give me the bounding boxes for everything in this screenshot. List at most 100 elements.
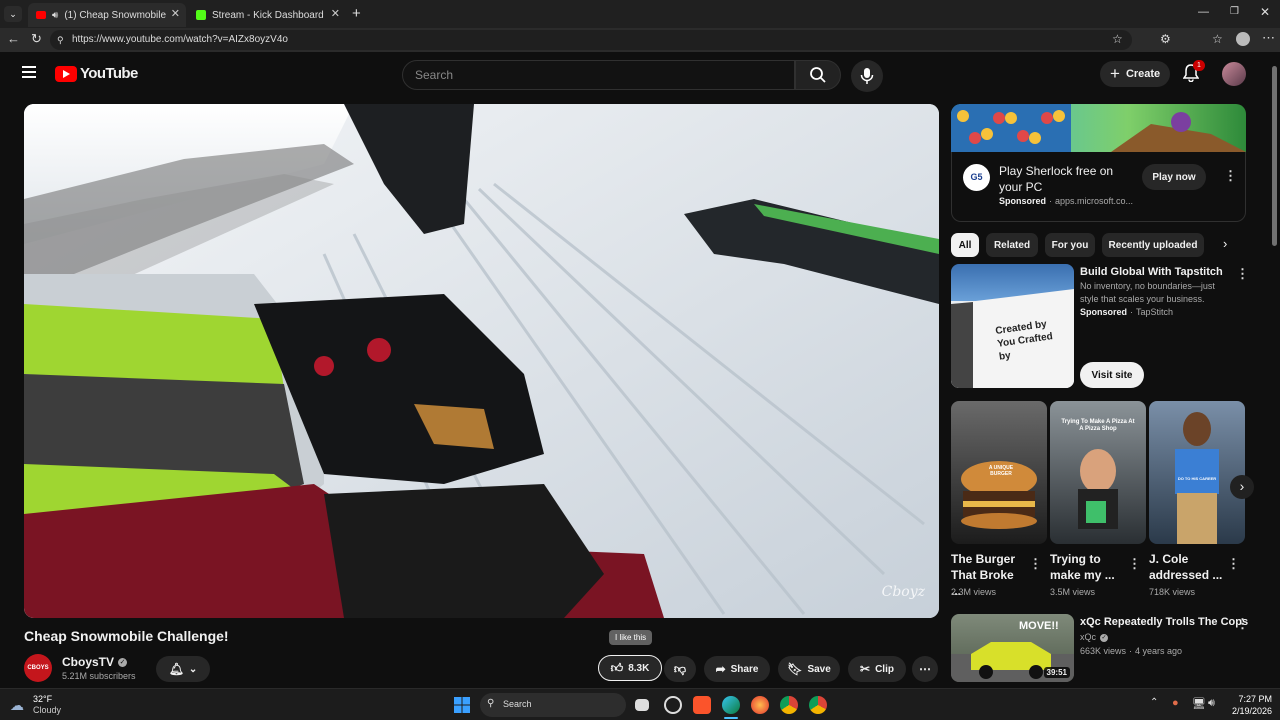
- short-more-icon[interactable]: ⋮: [1128, 556, 1141, 572]
- notifications-button[interactable]: 1: [1182, 60, 1205, 83]
- video-duration: 39:51: [1043, 667, 1070, 678]
- weather-widget[interactable]: ☁ 32°F Cloudy: [10, 693, 70, 717]
- chrome-icon[interactable]: [780, 696, 798, 714]
- short-more-icon[interactable]: ⋮: [1227, 556, 1240, 572]
- edge-browser-icon[interactable]: [722, 696, 740, 714]
- active-app-indicator: [724, 717, 738, 719]
- tab-youtube[interactable]: 🔊︎ (1) Cheap Snowmobile Challe ✕: [28, 3, 186, 27]
- minimize-button[interactable]: —: [1198, 6, 1209, 18]
- chip-related[interactable]: Related: [986, 233, 1038, 257]
- search-button[interactable]: [795, 60, 841, 90]
- chevron-right-icon[interactable]: ›: [1223, 236, 1227, 251]
- recommended-channel[interactable]: xQc: [1080, 631, 1096, 644]
- ad-title[interactable]: Play Sherlock free on your PC: [999, 163, 1129, 195]
- restore-button[interactable]: ❐: [1230, 6, 1239, 17]
- subscribe-notifications-button[interactable]: 🔔︎ ⌄: [156, 656, 210, 682]
- volume-icon[interactable]: 🔊︎: [1208, 697, 1215, 710]
- start-button[interactable]: [454, 697, 470, 713]
- chrome-profile-icon[interactable]: [809, 696, 827, 714]
- video-player[interactable]: Cboyz: [24, 104, 939, 618]
- firefox-icon[interactable]: [751, 696, 769, 714]
- clock-date: 2/19/2026: [1231, 706, 1272, 716]
- short-title[interactable]: Trying to make my ...: [1050, 551, 1124, 583]
- shorts-next-button[interactable]: ›: [1230, 475, 1254, 499]
- collections-icon[interactable]: ☆: [1212, 32, 1223, 46]
- sponsored-title[interactable]: Build Global With Tapstitch: [1080, 265, 1223, 280]
- clock[interactable]: 7:27 PM 2/19/2026: [1226, 693, 1272, 717]
- search-icon: ⚲: [487, 698, 495, 709]
- sponsored-description: No inventory, no boundaries—just style t…: [1080, 281, 1215, 304]
- short-thumbnail[interactable]: DO TO HIS CAREER: [1149, 401, 1245, 544]
- page-scrollbar[interactable]: [1270, 52, 1280, 688]
- save-button[interactable]: 🔖︎ Save: [778, 656, 840, 682]
- more-actions-button[interactable]: ⋯: [912, 656, 938, 682]
- sponsored-more-icon[interactable]: ⋮: [1236, 266, 1249, 282]
- browser-menu-icon[interactable]: ⋯: [1262, 30, 1275, 46]
- ad-domain: apps.microsoft.co...: [1055, 196, 1134, 206]
- app-icon[interactable]: [664, 696, 682, 714]
- account-avatar[interactable]: [1222, 62, 1246, 86]
- clip-button[interactable]: ✂ Clip: [848, 656, 906, 682]
- ad-banner[interactable]: [951, 104, 1246, 152]
- close-tab-icon[interactable]: ✕: [331, 7, 340, 20]
- network-icon[interactable]: 🖥︎: [1192, 697, 1206, 710]
- ad-more-icon[interactable]: ⋮: [1224, 168, 1237, 184]
- tab-kick[interactable]: Stream - Kick Dashboard ✕: [188, 3, 346, 27]
- chip-all[interactable]: All: [951, 233, 979, 257]
- share-button[interactable]: ➦ Share: [704, 656, 770, 682]
- reload-icon[interactable]: ↻: [31, 31, 42, 47]
- favorites-star-icon[interactable]: ☆: [1112, 32, 1123, 46]
- tab-list-button[interactable]: ⌄: [4, 6, 22, 22]
- cloud-icon: ☁: [10, 697, 24, 713]
- site-info-icon[interactable]: ⚲: [57, 30, 64, 50]
- short-caption: DO TO HIS CAREER: [1177, 476, 1217, 481]
- advertiser-logo-text: G5: [970, 172, 983, 182]
- scrollbar-thumb[interactable]: [1272, 66, 1277, 246]
- brave-browser-icon[interactable]: [693, 696, 711, 714]
- sponsored-thumbnail[interactable]: Created by You Crafted by: [951, 264, 1074, 388]
- clip-label: Clip: [875, 663, 894, 675]
- short-more-icon[interactable]: ⋮: [1029, 556, 1042, 572]
- recommended-thumbnail[interactable]: MOVE!! 39:51: [951, 614, 1074, 682]
- task-view-icon[interactable]: [635, 699, 649, 711]
- new-tab-button[interactable]: +: [352, 5, 361, 22]
- chip-recently-uploaded[interactable]: Recently uploaded: [1102, 233, 1204, 257]
- tray-chevron-up-icon[interactable]: ⌃: [1150, 697, 1158, 708]
- hamburger-menu-icon[interactable]: [22, 66, 36, 78]
- visit-site-button[interactable]: Visit site: [1080, 362, 1144, 388]
- channel-name-row[interactable]: CboysTV ✓: [62, 655, 128, 669]
- chip-for-you[interactable]: For you: [1045, 233, 1095, 257]
- like-button[interactable]: 👍︎ 8.3K: [598, 655, 662, 681]
- search-input[interactable]: Search: [402, 60, 795, 90]
- channel-name[interactable]: CboysTV: [62, 655, 114, 669]
- scissors-icon: ✂: [860, 662, 871, 676]
- extensions-icon[interactable]: ⚙: [1160, 32, 1171, 46]
- close-window-button[interactable]: ✕: [1260, 5, 1270, 19]
- url-field[interactable]: ⚲ https://www.youtube.com/watch?v=AIZx8o…: [50, 30, 1132, 50]
- microphone-tray-icon[interactable]: ●: [1172, 697, 1179, 709]
- ad-card[interactable]: G5 Play Sherlock free on your PC Sponsor…: [951, 152, 1246, 222]
- profile-avatar[interactable]: [1236, 32, 1250, 46]
- create-button[interactable]: + Create: [1100, 61, 1170, 87]
- dislike-button[interactable]: 👎︎: [664, 656, 696, 682]
- recommended-channel-row[interactable]: xQc ✓: [1080, 631, 1109, 644]
- back-icon[interactable]: ←: [7, 31, 20, 46]
- ad-meta: Sponsored · apps.microsoft.co...: [999, 196, 1133, 206]
- recommended-more-icon[interactable]: ⋮: [1236, 616, 1249, 632]
- youtube-logo[interactable]: YouTube: [55, 65, 138, 82]
- recommended-title[interactable]: xQc Repeatedly Trolls The Cops: [1080, 615, 1248, 630]
- share-label: Share: [730, 663, 759, 675]
- play-now-button[interactable]: Play now: [1142, 164, 1206, 190]
- short-title[interactable]: J. Cole addressed ...: [1149, 551, 1223, 583]
- close-tab-icon[interactable]: ✕: [171, 7, 180, 20]
- sponsored-meta: Sponsored · TapStitch: [1080, 307, 1173, 317]
- tab-label: Stream - Kick Dashboard: [212, 9, 324, 21]
- speaker-icon[interactable]: 🔊︎: [52, 10, 58, 21]
- taskbar-search[interactable]: ⚲ Search: [480, 693, 626, 717]
- short-thumbnail[interactable]: A UNIQUE BURGER: [951, 401, 1047, 544]
- video-frame: [24, 104, 939, 618]
- short-caption: Trying To Make A Pizza At A Pizza Shop: [1061, 419, 1135, 432]
- short-thumbnail[interactable]: Trying To Make A Pizza At A Pizza Shop: [1050, 401, 1146, 544]
- channel-avatar[interactable]: CBOYS: [24, 654, 52, 682]
- voice-search-button[interactable]: [851, 60, 883, 92]
